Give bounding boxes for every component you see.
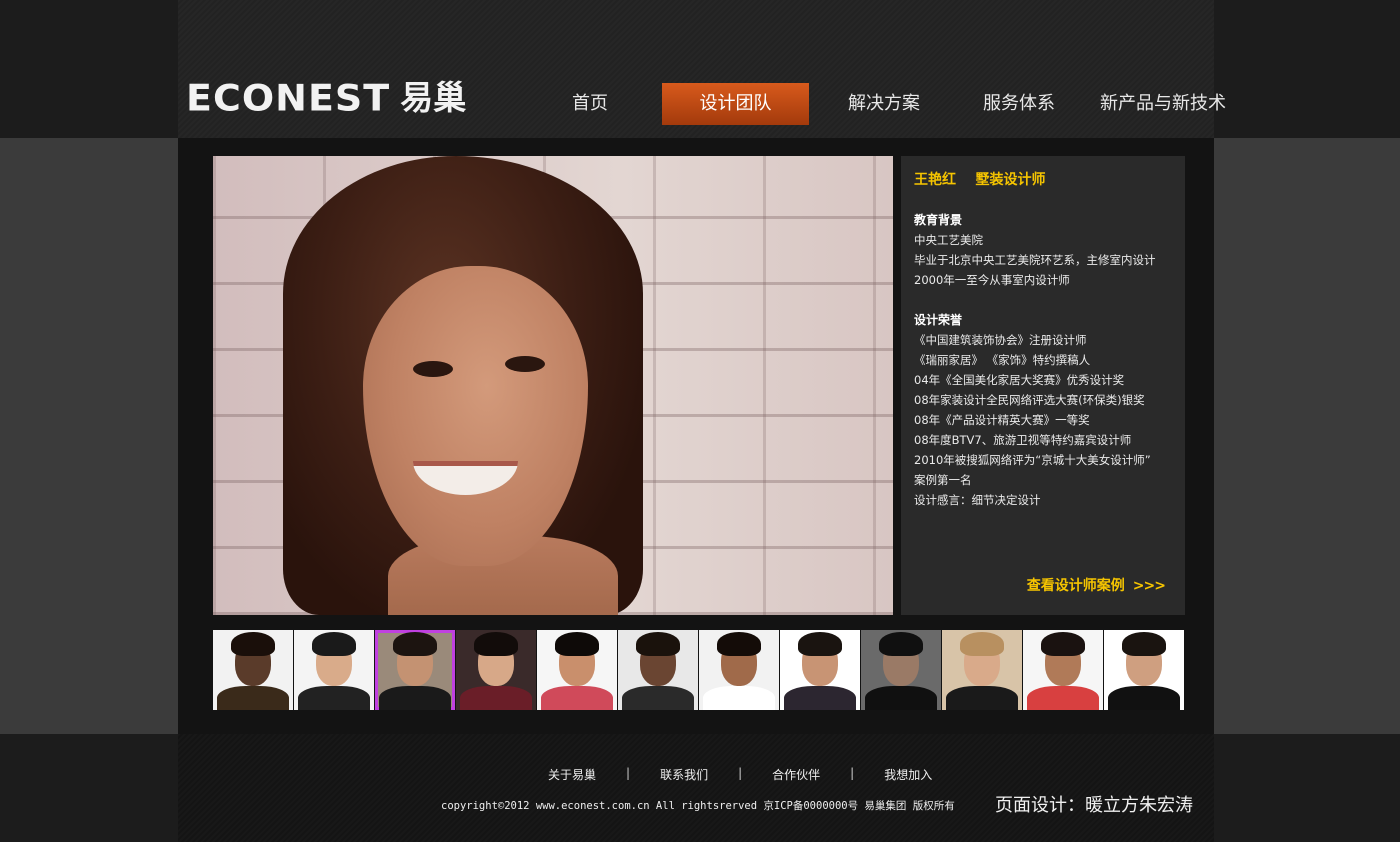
footer-link-contact[interactable]: 联系我们 (660, 766, 708, 783)
designer-thumbnail[interactable] (1023, 630, 1103, 710)
designer-thumbnail[interactable] (1104, 630, 1184, 710)
education-line: 中央工艺美院 (914, 233, 983, 247)
thumbnail-body-shape (622, 686, 694, 710)
thumbnail-hair-shape (717, 632, 761, 656)
thumbnail-body-shape (784, 686, 856, 710)
thumbnail-body-shape (1108, 686, 1180, 710)
main-nav: 首页 设计团队 解决方案 服务体系 新产品与新技术 (533, 83, 1243, 125)
left-eye (413, 361, 453, 377)
footer-separator: | (850, 766, 855, 780)
education-line: 2000年一至今从事室内设计师 (914, 273, 1070, 287)
thumbnail-hair-shape (393, 632, 437, 656)
designer-title: 王艳红 墅装设计师 (914, 172, 1046, 188)
thumbnail-body-shape (541, 686, 613, 710)
view-cases-label: 查看设计师案例 (1026, 578, 1125, 594)
designer-thumbnail[interactable] (861, 630, 941, 710)
honors-heading: 设计荣誉 (914, 313, 963, 327)
honor-line: 08年《产品设计精英大赛》一等奖 (914, 413, 1090, 427)
designer-thumbnail[interactable] (942, 630, 1022, 710)
thumbnail-body-shape (379, 686, 451, 710)
honor-line: 2010年被搜狐网络评为“京城十大美女设计师” (914, 453, 1151, 467)
footer-link-join[interactable]: 我想加入 (884, 766, 932, 783)
logo-chinese: 易巢 (400, 78, 467, 117)
footer-link-partners[interactable]: 合作伙伴 (772, 766, 820, 783)
thumbnail-body-shape (865, 686, 937, 710)
thumbnail-body-shape (946, 686, 1018, 710)
designer-thumbnail[interactable] (456, 630, 536, 710)
thumbnail-hair-shape (231, 632, 275, 656)
thumbnail-hair-shape (555, 632, 599, 656)
main-content: 王艳红 墅装设计师 教育背景 中央工艺美院 毕业于北京中央工艺美院环艺系，主修室… (178, 138, 1214, 734)
thumbnail-body-shape (217, 686, 289, 710)
designer-thumbnail[interactable] (213, 630, 293, 710)
thumbnail-body-shape (460, 686, 532, 710)
footer-separator: | (738, 766, 743, 780)
right-eye (505, 356, 545, 372)
nav-item-home[interactable]: 首页 (533, 83, 647, 125)
thumbnail-hair-shape (960, 632, 1004, 656)
honor-line: 案例第一名 (914, 473, 972, 487)
nav-item-new-products[interactable]: 新产品与新技术 (1083, 83, 1243, 125)
designer-thumbnail[interactable] (618, 630, 698, 710)
thumbnail-body-shape (1027, 686, 1099, 710)
designer-thumbnail[interactable] (294, 630, 374, 710)
designer-thumbnail[interactable] (699, 630, 779, 710)
thumbnail-hair-shape (474, 632, 518, 656)
nav-item-solutions[interactable]: 解决方案 (822, 83, 946, 125)
design-credit: 页面设计：暖立方朱宏涛 (995, 795, 1193, 816)
thumbnail-hair-shape (312, 632, 356, 656)
copyright-text: copyright©2012 www.econest.com.cn All ri… (441, 800, 955, 812)
footer-separator: | (626, 766, 631, 780)
designer-thumbnail[interactable] (780, 630, 860, 710)
designer-info-panel: 王艳红 墅装设计师 教育背景 中央工艺美院 毕业于北京中央工艺美院环艺系，主修室… (901, 156, 1185, 615)
thumbnail-body-shape (298, 686, 370, 710)
designer-thumbnail[interactable] (375, 630, 455, 710)
honor-line: 08年家装设计全民网络评选大赛(环保类)银奖 (914, 393, 1145, 407)
designer-photo (213, 156, 893, 615)
footer: 关于易巢 | 联系我们 | 合作伙伴 | 我想加入 copyright©2012… (178, 734, 1214, 842)
logo[interactable]: ECONEST 易巢 (186, 78, 466, 118)
thumbnail-hair-shape (636, 632, 680, 656)
chevron-right-icon: >>> (1132, 578, 1166, 594)
footer-link-about[interactable]: 关于易巢 (548, 766, 596, 783)
footer-links: 关于易巢 | 联系我们 | 合作伙伴 | 我想加入 (548, 766, 932, 783)
nav-item-design-team[interactable]: 设计团队 (662, 83, 809, 125)
view-cases-link[interactable]: 查看设计师案例 >>> (1026, 575, 1166, 595)
thumbnail-body-shape (703, 686, 775, 710)
honor-line: 《瑞丽家居》 《家饰》特约撰稿人 (914, 353, 1091, 367)
designer-thumbnail[interactable] (537, 630, 617, 710)
thumbnail-hair-shape (798, 632, 842, 656)
education-line: 毕业于北京中央工艺美院环艺系，主修室内设计 (914, 253, 1156, 267)
thumbnail-hair-shape (1041, 632, 1085, 656)
designer-thumbnail-strip (213, 630, 1185, 710)
honor-line: 04年《全国美化家居大奖赛》优秀设计奖 (914, 373, 1125, 387)
nav-item-service-system[interactable]: 服务体系 (957, 83, 1081, 125)
thumbnail-hair-shape (1122, 632, 1166, 656)
honor-line: 《中国建筑装饰协会》注册设计师 (914, 333, 1087, 347)
education-heading: 教育背景 (914, 213, 963, 227)
header: ECONEST 易巢 首页 设计团队 解决方案 服务体系 新产品与新技术 (178, 0, 1226, 138)
honor-line: 08年度BTV7、旅游卫视等特约嘉宾设计师 (914, 433, 1132, 447)
honor-line: 设计感言：细节决定设计 (914, 493, 1041, 507)
thumbnail-hair-shape (879, 632, 923, 656)
logo-wordmark: ECONEST (186, 77, 391, 119)
